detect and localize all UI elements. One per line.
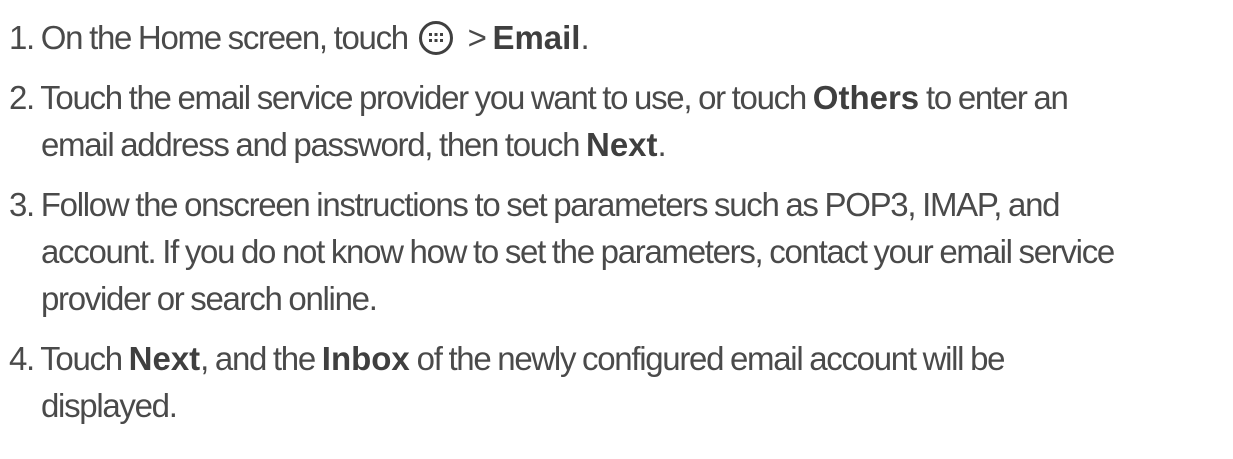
step-3: 3. Follow the onscreen instructions to s… (9, 181, 1229, 322)
step-2: 2. Touch the email service provider you … (9, 74, 1229, 168)
step-text: . (580, 19, 589, 56)
step-3-line-2: account. If you do not know how to set t… (41, 233, 1115, 270)
step-2-line-2: email address and password, then touch N… (9, 121, 1229, 168)
step-1: 1. On the Home screen, touch > Email. (9, 14, 1229, 61)
step-text: email address and password, then touch (41, 126, 586, 163)
step-text: Follow the onscreen instructions to set … (40, 186, 1061, 223)
step-text: > (460, 19, 493, 56)
step-text: of the newly configured email account wi… (409, 340, 1006, 377)
step-4: 4. Touch Next, and the Inbox of the newl… (9, 335, 1229, 429)
step-text: Touch (40, 340, 129, 377)
step-3-line-3: provider or search online. (41, 280, 378, 317)
step-number: 2. (9, 79, 35, 116)
step-text: to enter an (919, 79, 1069, 116)
step-number: 1. (9, 19, 35, 56)
step-2-line-1: 2. Touch the email service provider you … (9, 74, 1229, 121)
step-number: 3. (9, 186, 35, 223)
step-text: On the Home screen, touch (40, 19, 415, 56)
step-4-line-1: 4. Touch Next, and the Inbox of the newl… (9, 335, 1229, 382)
step-number: 4. (9, 340, 35, 377)
step-4-line-2: displayed. (41, 387, 178, 424)
email-label: Email (492, 19, 581, 56)
step-text: Touch the email service provider you wan… (40, 79, 813, 116)
step-text: . (657, 126, 667, 163)
others-label: Others (812, 79, 920, 116)
apps-grid-icon (418, 21, 453, 55)
next-label: Next (586, 126, 658, 163)
step-text: , and the (200, 340, 322, 377)
step-3-line-1: 3. Follow the onscreen instructions to s… (9, 181, 1229, 228)
next-label: Next (128, 340, 201, 377)
inbox-label: Inbox (321, 340, 410, 377)
step-1-line-1: 1. On the Home screen, touch > Email. (9, 14, 1229, 61)
